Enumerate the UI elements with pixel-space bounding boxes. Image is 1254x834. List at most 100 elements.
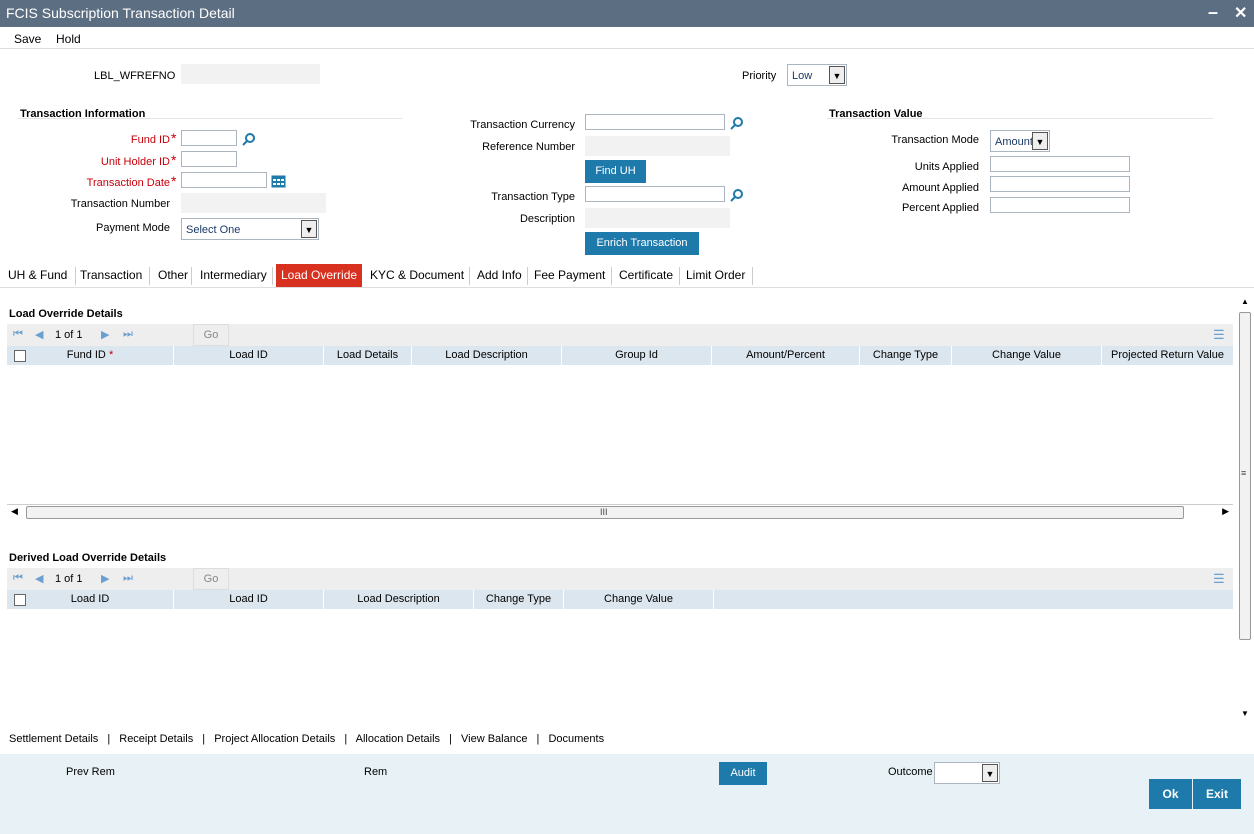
transaction-type-label: Transaction Type	[491, 191, 575, 203]
unit-holder-id-label: Unit Holder ID	[100, 156, 170, 168]
go-button[interactable]: Go	[193, 568, 229, 590]
next-page-icon[interactable]: ▶	[101, 328, 109, 341]
exit-button[interactable]: Exit	[1193, 779, 1241, 809]
load-override-pager: ⏮ ◀ 1 of 1 ▶ ⏭ ☰	[7, 324, 1233, 346]
column-header: Load Description	[412, 346, 562, 365]
transaction-mode-value: Amount	[995, 136, 1033, 148]
column-header: Change Type	[474, 590, 564, 609]
prev-page-icon[interactable]: ◀	[35, 572, 43, 585]
units-applied-input[interactable]	[990, 156, 1130, 172]
go-button[interactable]: Go	[193, 324, 229, 346]
tab-separator	[75, 267, 76, 285]
documents-link[interactable]: Documents	[548, 733, 604, 745]
window-title: FCIS Subscription Transaction Detail	[6, 5, 235, 21]
prev-page-icon[interactable]: ◀	[35, 328, 43, 341]
tab-separator	[527, 267, 528, 285]
tab-kyc-document[interactable]: KYC & Document	[370, 264, 464, 287]
first-page-icon[interactable]: ⏮	[13, 572, 23, 585]
transaction-currency-label: Transaction Currency	[470, 119, 575, 131]
vertical-scrollbar[interactable]: ▲ ≡ ▼	[1238, 295, 1253, 723]
ok-button[interactable]: Ok	[1149, 779, 1192, 809]
transaction-currency-input[interactable]	[585, 114, 725, 130]
tab-add-info[interactable]: Add Info	[477, 264, 522, 287]
payment-mode-value: Select One	[186, 224, 241, 236]
column-settings-icon[interactable]: ☰	[1213, 571, 1225, 587]
search-icon[interactable]	[242, 132, 256, 146]
priority-select[interactable]: Low ▼	[787, 64, 847, 86]
close-icon[interactable]: ✕	[1234, 3, 1247, 23]
tab-separator	[679, 267, 680, 285]
scroll-grip: III	[600, 507, 608, 517]
transaction-date-label: Transaction Date	[86, 177, 170, 189]
footer-separator: |	[202, 733, 206, 745]
fund-id-input[interactable]	[181, 130, 237, 146]
tab-underline	[0, 287, 1254, 288]
find-uh-button[interactable]: Find UH	[585, 160, 646, 183]
calendar-icon[interactable]	[271, 174, 286, 188]
scrollbar-thumb[interactable]: ≡	[1239, 312, 1251, 640]
rem-label: Rem	[364, 766, 388, 778]
last-page-icon[interactable]: ⏭	[123, 572, 133, 585]
fund-id-label: Fund ID	[130, 134, 170, 146]
required-star: *	[171, 152, 177, 168]
tab-separator	[752, 267, 753, 285]
hold-menu-item[interactable]: Hold	[56, 32, 81, 46]
transaction-type-input[interactable]	[585, 186, 725, 202]
view-balance-link[interactable]: View Balance	[461, 733, 527, 745]
horizontal-scrollbar[interactable]: ◀ III ▶	[7, 504, 1233, 520]
save-menu-item[interactable]: Save	[14, 32, 41, 46]
scrollbar-thumb[interactable]: III	[26, 506, 1184, 519]
required-star: *	[171, 130, 177, 146]
search-icon[interactable]	[730, 116, 744, 130]
column-header: Projected Return Value	[1111, 349, 1224, 361]
tab-other[interactable]: Other	[158, 264, 188, 287]
tab-separator	[469, 267, 470, 285]
tab-transaction[interactable]: Transaction	[80, 264, 142, 287]
audit-button[interactable]: Audit	[719, 762, 767, 785]
search-icon[interactable]	[730, 188, 744, 202]
page-indicator: 1 of 1	[55, 573, 83, 585]
last-page-icon[interactable]: ⏭	[123, 328, 133, 341]
window-titlebar: FCIS Subscription Transaction Detail – ✕	[0, 0, 1254, 27]
description-label: Description	[519, 213, 575, 225]
description-field	[585, 208, 730, 228]
column-header: Fund ID *	[7, 346, 174, 365]
amount-applied-label: Amount Applied	[901, 182, 979, 194]
required-star: *	[171, 173, 177, 189]
scroll-right-icon[interactable]: ▶	[1222, 506, 1229, 517]
receipt-details-link[interactable]: Receipt Details	[119, 733, 193, 745]
minimize-icon[interactable]: –	[1208, 2, 1218, 23]
priority-label: Priority	[742, 70, 777, 82]
outcome-select[interactable]: ▼	[934, 762, 1000, 784]
column-settings-icon[interactable]: ☰	[1213, 327, 1225, 343]
transaction-date-input[interactable]	[181, 172, 267, 188]
scroll-down-icon[interactable]: ▼	[1241, 709, 1249, 718]
column-header: Load ID	[174, 590, 324, 609]
tab-certificate[interactable]: Certificate	[619, 264, 673, 287]
tab-load-override[interactable]: Load Override	[276, 264, 363, 287]
scroll-up-icon[interactable]: ▲	[1241, 297, 1249, 306]
wfrefno-field	[181, 64, 320, 84]
transaction-mode-label: Transaction Mode	[891, 134, 979, 146]
tab-intermediary[interactable]: Intermediary	[200, 264, 267, 287]
tab-limit-order[interactable]: Limit Order	[686, 264, 745, 287]
next-page-icon[interactable]: ▶	[101, 572, 109, 585]
allocation-details-link[interactable]: Allocation Details	[356, 733, 440, 745]
footer-separator: |	[449, 733, 452, 745]
percent-applied-input[interactable]	[990, 197, 1130, 213]
tab-uh-fund[interactable]: UH & Fund	[8, 264, 67, 287]
transaction-mode-select[interactable]: Amount ▼	[990, 130, 1050, 152]
reference-number-label: Reference Number	[482, 141, 575, 153]
project-allocation-details-link[interactable]: Project Allocation Details	[214, 733, 335, 745]
footer-separator: |	[107, 733, 111, 745]
payment-mode-select[interactable]: Select One ▼	[181, 218, 319, 240]
chevron-down-icon: ▼	[1032, 132, 1048, 150]
section-divider	[827, 118, 1213, 119]
first-page-icon[interactable]: ⏮	[13, 328, 23, 341]
amount-applied-input[interactable]	[990, 176, 1130, 192]
tab-fee-payment[interactable]: Fee Payment	[534, 264, 605, 287]
scroll-left-icon[interactable]: ◀	[11, 506, 18, 517]
enrich-transaction-button[interactable]: Enrich Transaction	[585, 232, 699, 255]
settlement-details-link[interactable]: Settlement Details	[9, 733, 98, 745]
unit-holder-id-input[interactable]	[181, 151, 237, 167]
